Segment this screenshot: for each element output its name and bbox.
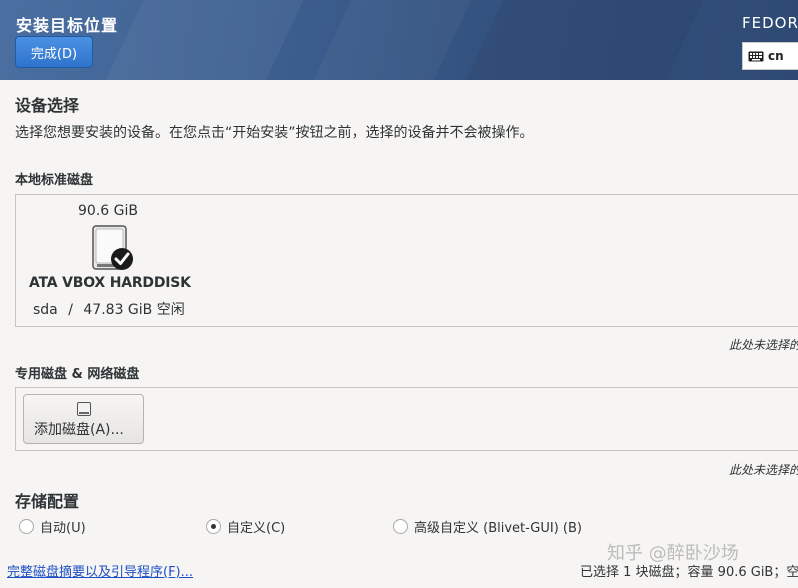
special-disks-heading: 专用磁盘 & 网络磁盘	[15, 367, 140, 382]
disk-summary-link[interactable]: 完整磁盘摘要以及引导程序(F)...	[7, 561, 193, 580]
disk-size: 90.6 GiB	[78, 203, 138, 219]
disk-separator: /	[68, 302, 73, 318]
disk-model-name: ATA VBOX HARDDISK	[29, 275, 191, 291]
local-disks-heading: 本地标准磁盘	[15, 173, 94, 188]
storage-config-title: 存储配置	[15, 492, 80, 511]
special-disks-note: 此处未选择的	[729, 463, 798, 477]
keyboard-layout-indicator[interactable]: cn	[742, 42, 798, 70]
local-disks-panel: 90.6 GiB ATA VBOX HARDDISK sda / 47.83 G…	[15, 194, 798, 327]
radio-custom-indicator[interactable]	[206, 519, 221, 534]
harddisk-checked-icon[interactable]	[92, 225, 136, 273]
page-title: 安装目标位置	[16, 16, 119, 35]
disk-icon	[77, 401, 91, 416]
special-disks-panel: 添加磁盘(A)...	[15, 387, 798, 451]
radio-advanced-custom[interactable]: 高级自定义 (Blivet-GUI) (B)	[393, 517, 582, 536]
keyboard-layout-label: cn	[768, 49, 784, 63]
add-disk-label: 添加磁盘(A)...	[34, 422, 124, 438]
header-bar: 安装目标位置 完成(D) FEDOR cn	[0, 0, 798, 80]
disk-device-name: sda	[33, 302, 58, 318]
keyboard-icon	[748, 51, 764, 62]
radio-automatic-label: 自动(U)	[40, 521, 86, 536]
radio-advanced-label: 高级自定义 (Blivet-GUI) (B)	[414, 521, 582, 536]
radio-automatic-indicator[interactable]	[19, 519, 34, 534]
device-selection-description: 选择您想要安装的设备。在您点击“开始安装”按钮之前，选择的设备并不会被操作。	[15, 125, 534, 141]
local-disks-note: 此处未选择的	[729, 338, 798, 352]
radio-custom-label: 自定义(C)	[227, 521, 286, 536]
main-content: 设备选择 选择您想要安装的设备。在您点击“开始安装”按钮之前，选择的设备并不会被…	[0, 80, 798, 588]
disk-free-space: 47.83 GiB 空闲	[83, 302, 185, 318]
radio-automatic[interactable]: 自动(U)	[19, 517, 86, 536]
selection-status: 已选择 1 块磁盘；容量 90.6 GiB；空闲	[580, 565, 798, 580]
product-name: FEDOR	[742, 14, 798, 32]
disk-device-info: sda / 47.83 GiB 空闲	[33, 299, 185, 319]
radio-custom[interactable]: 自定义(C)	[206, 517, 285, 536]
done-button[interactable]: 完成(D)	[15, 36, 93, 68]
radio-advanced-indicator[interactable]	[393, 519, 408, 534]
device-selection-title: 设备选择	[15, 96, 80, 115]
add-disk-button[interactable]: 添加磁盘(A)...	[23, 394, 144, 444]
